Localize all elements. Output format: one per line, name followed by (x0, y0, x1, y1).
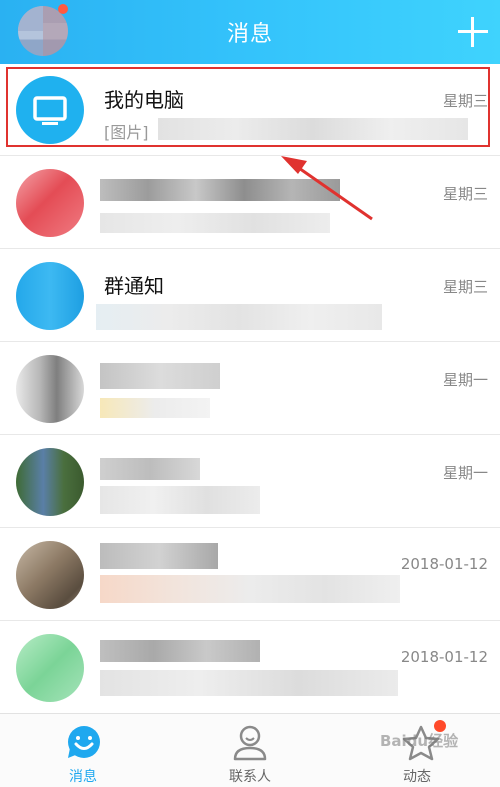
tab-contacts[interactable]: 联系人 (167, 714, 333, 787)
tab-messages[interactable]: 消息 (0, 714, 166, 787)
annotation-arrow (281, 156, 373, 221)
tab-label: 消息 (69, 769, 97, 785)
bottom-tab-bar: 消息 联系人 动态 Baidu经验 (0, 713, 500, 787)
person-icon (233, 725, 267, 761)
smiley-bubble-icon (68, 726, 100, 758)
watermark: Baidu经验 (380, 732, 459, 750)
tab-label: 联系人 (229, 769, 271, 785)
tab-label: 动态 (403, 769, 431, 785)
